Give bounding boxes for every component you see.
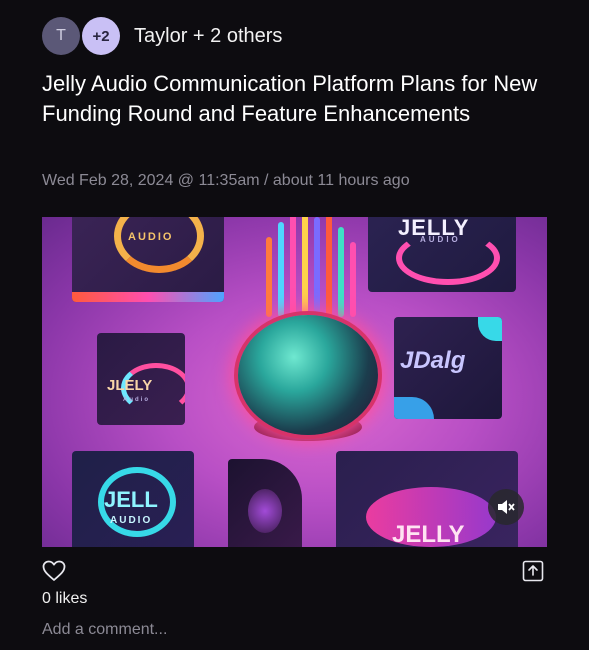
logo-text: JLELY (107, 377, 153, 394)
logo-card (228, 459, 302, 547)
graphic-spike (302, 217, 308, 317)
share-button[interactable] (522, 560, 544, 582)
logo-accent (394, 397, 434, 419)
avatar[interactable]: T (42, 17, 80, 55)
logo-card: AUDIO (72, 217, 224, 302)
logo-card: JELLY AUDIO (368, 217, 516, 292)
logo-card: JDalg (394, 317, 502, 419)
like-button[interactable] (42, 560, 66, 582)
logo-stripe (72, 292, 224, 302)
logo-text: AUDIO (110, 515, 153, 526)
graphic-spike (326, 217, 332, 317)
logo-text: JELL (104, 487, 158, 512)
logo-card: JELL AUDIO (72, 451, 194, 547)
mute-button[interactable] (488, 489, 524, 525)
graphic-spike (266, 237, 272, 317)
post-timestamp: Wed Feb 28, 2024 @ 11:35am / about 11 ho… (42, 172, 410, 189)
comment-input[interactable]: Add a comment... (42, 621, 167, 639)
logo-text: JELLY (392, 521, 465, 547)
post-header: T +2 Taylor + 2 others (42, 16, 282, 56)
logo-glow (248, 489, 282, 533)
author-line[interactable]: Taylor + 2 others (134, 25, 282, 48)
graphic-spike (278, 222, 284, 317)
share-icon (522, 560, 544, 582)
logo-accent (478, 317, 502, 341)
post-title: Jelly Audio Communication Platform Plans… (42, 71, 538, 126)
post-image[interactable]: AUDIO JELLY AUDIO JLELY Audio JDalg JELL… (42, 217, 547, 547)
likes-count: 0 likes (42, 590, 88, 607)
graphic-spike (338, 227, 344, 317)
logo-text: AUDIO (420, 235, 461, 244)
more-authors-badge[interactable]: +2 (82, 17, 120, 55)
logo-text: Audio (123, 397, 150, 403)
jelly-sphere (238, 315, 378, 435)
speaker-muted-icon (498, 500, 515, 514)
logo-card: JLELY Audio (97, 333, 185, 425)
logo-text: AUDIO (128, 231, 174, 243)
logo-text: JDalg (400, 347, 466, 374)
graphic-spike (290, 217, 296, 317)
graphic-spike (350, 242, 356, 317)
graphic-spike (314, 217, 320, 317)
logo-ring (114, 217, 204, 273)
heart-icon (42, 560, 66, 581)
